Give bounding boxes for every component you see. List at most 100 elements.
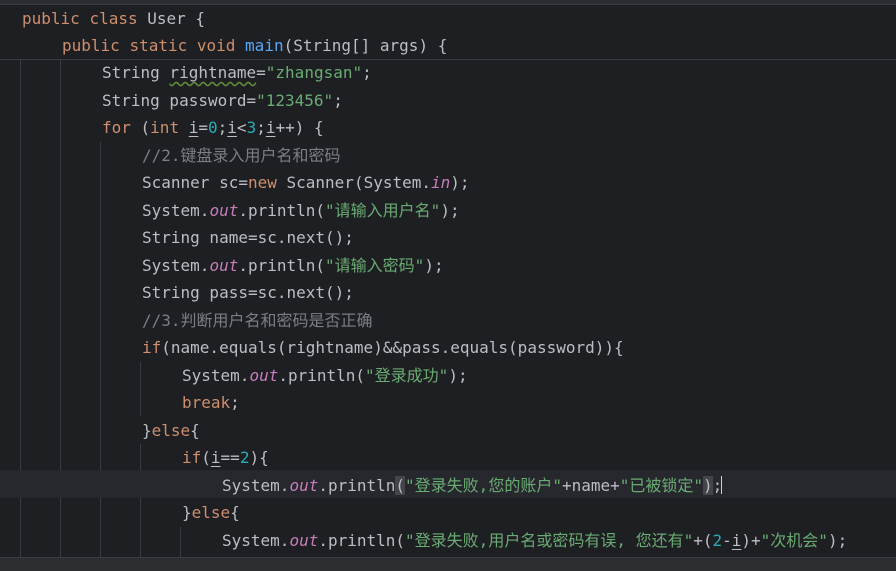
brace-token: }: [182, 503, 192, 522]
string-literal: "请输入用户名": [325, 201, 441, 220]
variable-token: i: [210, 448, 221, 467]
text-caret: [721, 476, 722, 494]
code-line[interactable]: public static void main(String[] args) {: [62, 32, 447, 59]
code-token: String name=sc.next();: [142, 228, 354, 247]
number-literal: 2: [712, 531, 723, 550]
string-literal: "登录失败,用户名或密码有误, 您还有": [405, 531, 694, 550]
keyword-token: if: [182, 448, 202, 467]
code-token: ;: [333, 91, 343, 110]
code-line[interactable]: System.out.println("登录失败,用户名或密码有误, 您还有"+…: [222, 527, 847, 554]
code-token: Scanner(System.: [276, 173, 432, 192]
code-line[interactable]: if(name.equals(rightname)&&pass.equals(p…: [142, 334, 624, 361]
code-token: ;: [256, 118, 266, 137]
string-literal: "已被锁定": [619, 476, 704, 495]
brace-token: {: [230, 503, 240, 522]
code-token: =: [198, 118, 208, 137]
code-token: ;: [217, 118, 228, 137]
code-token: .println(: [238, 256, 326, 275]
indent-guide: [180, 527, 181, 560]
code-line[interactable]: Scanner sc=new Scanner(System.in);: [142, 169, 470, 196]
keyword-token: public: [62, 36, 120, 55]
indent-guide: [140, 362, 141, 416]
code-token: ==: [220, 448, 240, 467]
static-field-token: out: [289, 476, 319, 495]
number-literal: 2: [239, 448, 250, 467]
code-line[interactable]: }else{: [142, 417, 200, 444]
static-field-token: out: [209, 256, 239, 275]
code-token: );: [440, 201, 460, 220]
static-field-token: out: [249, 366, 279, 385]
code-line[interactable]: //2.键盘录入用户名和密码: [142, 142, 341, 169]
keyword-token: break: [182, 393, 231, 412]
static-field-token: in: [431, 173, 451, 192]
code-token: Scanner sc=: [142, 173, 248, 192]
variable-token: i: [227, 118, 237, 137]
string-literal: "请输入密码": [325, 256, 425, 275]
code-token: <: [236, 118, 247, 137]
code-token: System.: [182, 366, 250, 385]
string-literal: "登录成功": [365, 366, 449, 385]
keyword-token: else: [151, 421, 191, 440]
brace-token: {: [195, 9, 206, 28]
code-line[interactable]: public class User {: [22, 5, 205, 32]
code-line[interactable]: if(i==2){: [182, 444, 269, 471]
string-literal: "登录失败,您的账户": [405, 476, 562, 495]
code-line[interactable]: String rightname="zhangsan";: [102, 59, 372, 86]
code-token: String: [102, 63, 170, 82]
matched-paren-token: ): [703, 476, 713, 495]
code-line[interactable]: System.out.println("请输入密码");: [142, 252, 444, 279]
number-literal: 0: [208, 118, 218, 137]
code-line[interactable]: System.out.println("登录成功");: [182, 362, 468, 389]
keyword-token: void: [196, 36, 236, 55]
horizontal-scrollbar[interactable]: [0, 557, 896, 571]
code-line[interactable]: String pass=sc.next();: [142, 279, 354, 306]
code-line[interactable]: for (int i=0;i<3;i++) {: [102, 114, 324, 141]
keyword-token: class: [89, 9, 138, 28]
code-token: System.: [142, 256, 210, 275]
code-line[interactable]: break;: [182, 389, 240, 416]
comment-token: //2.键盘录入用户名和密码: [142, 146, 341, 165]
variable-token: i: [188, 118, 199, 137]
code-token: String pass=sc.next();: [142, 283, 354, 302]
code-token: String password=: [102, 91, 257, 110]
code-token: +(: [693, 531, 713, 550]
keyword-token: public: [22, 9, 80, 28]
code-token: System.: [142, 201, 210, 220]
code-line[interactable]: String password="123456";: [102, 87, 343, 114]
code-editor[interactable]: public class User { public static void m…: [0, 0, 896, 571]
code-token: )+: [741, 531, 761, 550]
variable-token: i: [731, 531, 742, 550]
code-line[interactable]: }else{: [182, 499, 240, 526]
keyword-token: if: [142, 338, 162, 357]
method-name-token: main: [245, 36, 284, 55]
code-token: .println(: [318, 531, 406, 550]
code-token: -: [722, 531, 732, 550]
code-token: );: [827, 531, 848, 550]
code-token: );: [424, 256, 444, 275]
code-token: );: [450, 173, 470, 192]
code-token: ;: [362, 63, 372, 82]
code-token: (name.equals(rightname)&&pass.equals(pas…: [161, 338, 624, 357]
code-token: System.: [222, 531, 290, 550]
code-line[interactable]: String name=sc.next();: [142, 224, 354, 251]
code-line[interactable]: System.out.println("登录失败,您的账户"+name+"已被锁…: [222, 472, 722, 499]
string-literal: "123456": [256, 91, 334, 110]
code-token: .println(: [278, 366, 366, 385]
matched-paren-token: (: [395, 476, 406, 495]
code-line[interactable]: System.out.println("请输入用户名");: [142, 197, 460, 224]
code-token: ;: [230, 393, 240, 412]
code-token: System.: [222, 476, 290, 495]
string-literal: "zhangsan": [265, 63, 363, 82]
static-field-token: out: [289, 531, 319, 550]
code-token: .println: [318, 476, 396, 495]
indent-guide: [140, 444, 141, 560]
keyword-token: static: [129, 36, 188, 55]
code-token: +name+: [561, 476, 620, 495]
keyword-token: for: [102, 118, 131, 137]
code-line[interactable]: //3.判断用户名和密码是否正确: [142, 307, 373, 334]
code-token: =: [256, 63, 266, 82]
code-token: .println(: [238, 201, 326, 220]
class-name-token: User: [147, 9, 186, 28]
number-literal: 3: [246, 118, 257, 137]
